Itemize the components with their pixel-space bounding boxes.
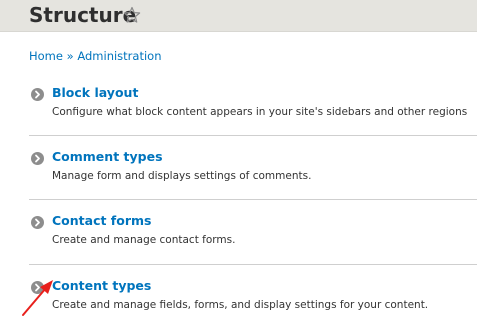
divider [29, 264, 477, 265]
chevron-right-circle-icon [31, 88, 44, 101]
admin-list: Block layout Configure what block conten… [0, 0, 477, 328]
chevron-right-circle-icon [31, 152, 44, 165]
item-description: Configure what block content appears in … [52, 106, 468, 118]
red-arrow-pointer-icon [22, 280, 53, 316]
structure-page: Structure Home » Administration Block la… [0, 0, 477, 328]
item-description: Manage form and displays settings of com… [52, 170, 312, 182]
item-description: Create and manage contact forms. [52, 234, 236, 246]
contact-forms-link[interactable]: Contact forms [52, 213, 151, 228]
divider [29, 199, 477, 200]
comment-types-link[interactable]: Comment types [52, 149, 163, 164]
item-description: Create and manage fields, forms, and dis… [52, 299, 429, 311]
divider [29, 135, 477, 136]
block-layout-link[interactable]: Block layout [52, 85, 138, 100]
content-types-link[interactable]: Content types [52, 278, 151, 293]
chevron-right-circle-icon [31, 216, 44, 229]
